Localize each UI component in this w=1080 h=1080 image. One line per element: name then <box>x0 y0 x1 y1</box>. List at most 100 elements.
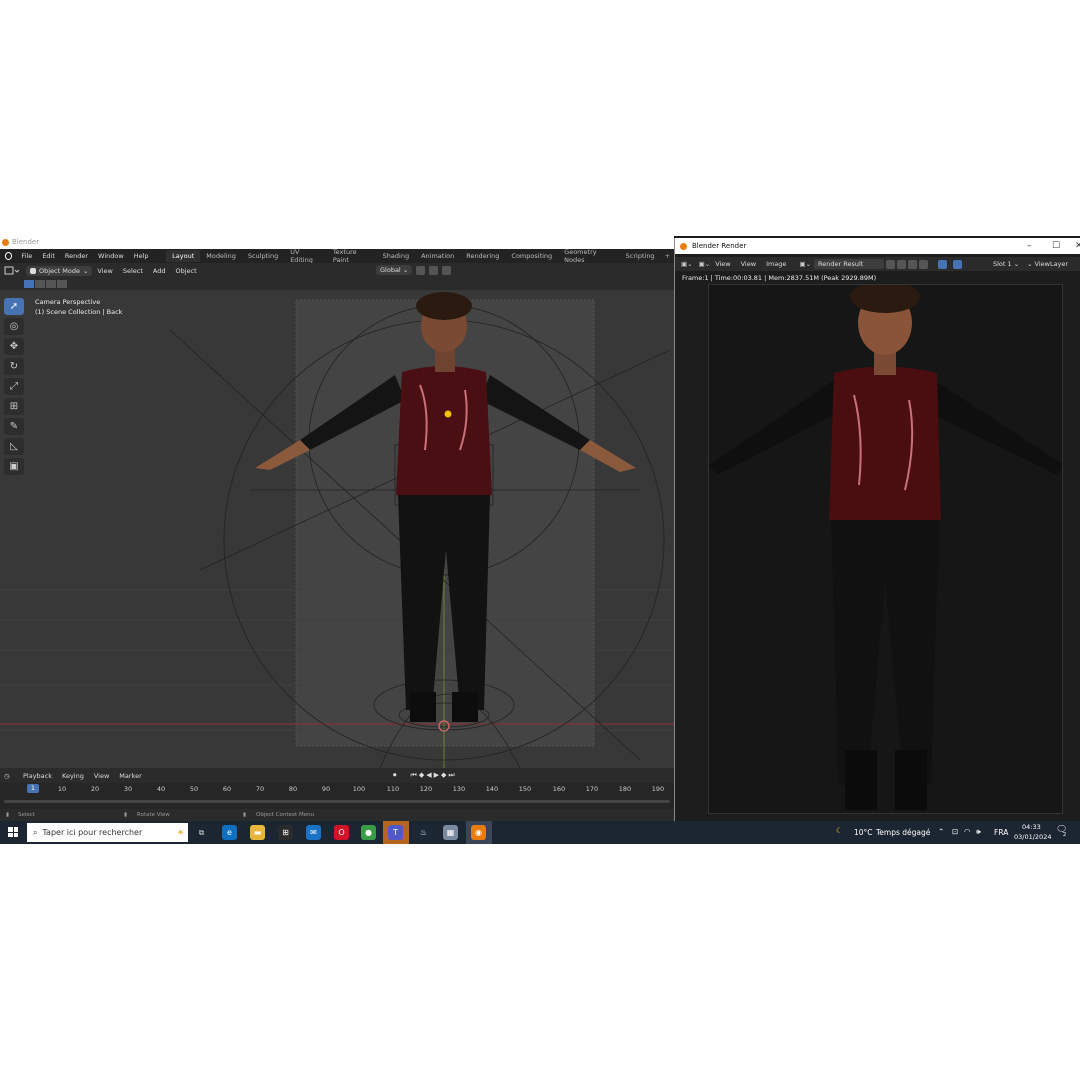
select-intersect-icon[interactable] <box>57 280 67 288</box>
next-key-icon[interactable]: ◆ <box>441 771 446 780</box>
menu-view[interactable]: View <box>92 267 117 275</box>
menu-render-view-2[interactable]: View <box>736 260 761 268</box>
frame-tick: 80 <box>288 785 298 793</box>
record-icon[interactable]: ⏺ <box>393 771 397 780</box>
view-mode-icon[interactable]: ▣⌄ <box>699 260 711 268</box>
menu-playback[interactable]: Playback <box>18 772 57 780</box>
minimize-icon[interactable]: – <box>1027 238 1032 254</box>
menu-render-view[interactable]: View <box>710 260 735 268</box>
clock-date[interactable]: 03/01/2024 <box>1014 833 1051 841</box>
blender-menu-icon[interactable] <box>5 252 13 260</box>
edge-icon[interactable]: e <box>222 825 237 840</box>
select-box-tool-icon[interactable]: ➚ <box>4 298 24 315</box>
menu-add[interactable]: Add <box>148 267 171 275</box>
select-subtract-icon[interactable] <box>46 280 56 288</box>
editor-type-icon[interactable] <box>4 266 20 276</box>
cursor-tool-icon[interactable]: ◎ <box>4 318 24 335</box>
network-icon[interactable]: ⊡ <box>952 827 958 836</box>
fake-user-icon[interactable] <box>886 259 896 269</box>
pivot-icon[interactable] <box>416 265 426 275</box>
menu-keying[interactable]: Keying <box>57 772 89 780</box>
image-browse-icon[interactable]: ▣⌄ <box>799 260 811 268</box>
tab-modeling[interactable]: Modeling <box>200 250 242 262</box>
photos-icon[interactable]: ▦ <box>443 825 458 840</box>
prev-key-icon[interactable]: ◆ <box>419 771 424 780</box>
timeline-editor-icon[interactable]: ◷ <box>4 772 18 780</box>
tab-animation[interactable]: Animation <box>415 250 460 262</box>
menu-edit[interactable]: Edit <box>37 252 60 260</box>
annotate-tool-icon[interactable]: ✎ <box>4 418 24 435</box>
render-result-image[interactable] <box>708 284 1063 814</box>
teams-icon[interactable]: T <box>388 825 403 840</box>
mail-icon[interactable]: ✉ <box>306 825 321 840</box>
timeline-header: ◷ Playback Keying View Marker ⏺ ⏮ ◆ ◀ ▶ … <box>0 768 674 783</box>
play-icon[interactable]: ▶ <box>434 771 439 780</box>
menu-timeline-view[interactable]: View <box>89 772 114 780</box>
steam-icon[interactable]: ♨ <box>416 825 431 840</box>
play-reverse-icon[interactable]: ◀ <box>426 771 431 780</box>
chrome-icon[interactable]: ● <box>361 825 376 840</box>
unlink-image-icon[interactable] <box>919 259 929 269</box>
move-tool-icon[interactable]: ✥ <box>4 338 24 355</box>
tab-sculpting[interactable]: Sculpting <box>242 250 284 262</box>
3d-viewport[interactable]: Camera Perspective (1) Scene Collection … <box>0 290 674 768</box>
timeline-ruler[interactable]: 1 10 20 30 40 50 60 70 80 90 100 110 120… <box>0 783 674 809</box>
tab-shading[interactable]: Shading <box>377 250 415 262</box>
select-new-icon[interactable] <box>24 280 34 288</box>
chevron-up-icon[interactable]: ⌃ <box>938 827 944 836</box>
tab-layout[interactable]: Layout <box>166 250 201 262</box>
opera-icon[interactable]: O <box>334 825 349 840</box>
menu-help[interactable]: Help <box>129 252 154 260</box>
transform-tool-icon[interactable]: ⊞ <box>4 398 24 415</box>
page: Blender File Edit Render Window Help Lay… <box>0 0 1080 1080</box>
language-indicator[interactable]: FRA <box>994 828 1008 837</box>
open-image-icon[interactable] <box>908 259 918 269</box>
menu-marker[interactable]: Marker <box>114 772 146 780</box>
weather-text[interactable]: Temps dégagé <box>876 828 930 837</box>
tab-scripting[interactable]: Scripting <box>620 250 661 262</box>
file-explorer-icon[interactable]: ▬ <box>250 825 265 840</box>
rotate-tool-icon[interactable]: ↻ <box>4 358 24 375</box>
image-editor-type-icon[interactable]: ▣⌄ <box>681 260 693 268</box>
object-mode-dropdown[interactable]: Object Mode ⌄ <box>26 265 93 276</box>
frame-tick: 160 <box>552 785 566 793</box>
menu-file[interactable]: File <box>16 252 37 260</box>
proportional-edit-icon[interactable] <box>442 265 452 275</box>
menu-select[interactable]: Select <box>118 267 148 275</box>
store-icon[interactable]: ⊞ <box>278 825 293 840</box>
tab-compositing[interactable]: Compositing <box>505 250 558 262</box>
maximize-icon[interactable]: ☐ <box>1052 238 1060 254</box>
overlay-icon[interactable] <box>953 259 963 269</box>
scale-tool-icon[interactable]: ⤢ <box>4 378 24 395</box>
menu-object[interactable]: Object <box>171 267 202 275</box>
taskbar-search-box[interactable]: ⌕ Taper ici pour rechercher ☀ <box>27 823 188 842</box>
blender-taskbar-icon[interactable]: ◉ <box>471 825 486 840</box>
jump-start-icon[interactable]: ⏮ <box>411 771 417 780</box>
menu-render[interactable]: Render <box>60 252 93 260</box>
tab-rendering[interactable]: Rendering <box>460 250 505 262</box>
menu-window[interactable]: Window <box>93 252 129 260</box>
clock-time[interactable]: 04:33 <box>1022 823 1041 831</box>
measure-tool-icon[interactable]: ◺ <box>4 438 24 455</box>
jump-end-icon[interactable]: ⏭ <box>448 771 454 780</box>
slot-dropdown[interactable]: Slot 1 ⌄ <box>993 260 1019 268</box>
windows-start-icon[interactable] <box>8 827 18 837</box>
weather-temp[interactable]: 10°C <box>854 828 873 837</box>
add-workspace-icon[interactable]: + <box>661 252 674 260</box>
current-frame-indicator[interactable]: 1 <box>27 784 39 793</box>
select-extend-icon[interactable] <box>35 280 45 288</box>
wifi-icon[interactable]: ◠ <box>964 827 971 836</box>
render-result-field[interactable]: Render Result <box>814 259 885 269</box>
add-cube-tool-icon[interactable]: ▣ <box>4 458 24 475</box>
timeline-scrollbar[interactable] <box>4 800 670 803</box>
orientation-dropdown[interactable]: Global ⌄ <box>376 265 413 275</box>
volume-icon[interactable]: 🕪 <box>976 827 981 837</box>
new-image-icon[interactable] <box>897 259 907 269</box>
display-channels-icon[interactable] <box>938 259 948 269</box>
close-icon[interactable]: ✕ <box>1075 238 1080 254</box>
snap-icon[interactable] <box>429 265 439 275</box>
task-view-icon[interactable]: ⧉ <box>194 825 209 840</box>
viewport-scene <box>0 290 674 768</box>
menu-image[interactable]: Image <box>761 260 791 268</box>
view-layer-dropdown[interactable]: ⌄ ViewLayer <box>1027 260 1068 268</box>
